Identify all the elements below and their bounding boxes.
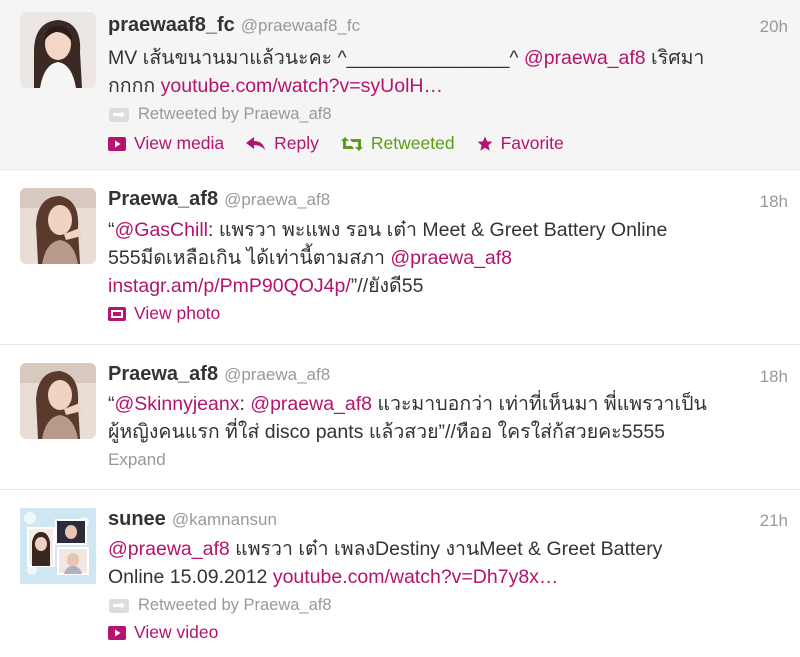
- tweet-item[interactable]: sunee @kamnansun 21h @praewa_af8 แพรวา เต…: [0, 490, 800, 657]
- tweet-text-segment: แวะมาบอกว่า เท่าที่เห็นมา พี่แพรวาเป็น: [372, 393, 707, 415]
- tweet-text-segment: แพรวา เต๋า เพลงDestiny งานMeet & Greet B…: [229, 538, 663, 560]
- tweet-item[interactable]: Praewa_af8 @praewa_af8 18h “@Skinnyjeanx:…: [0, 345, 800, 490]
- url-link[interactable]: youtube.com/watch?v=Dh7y8x…: [273, 566, 559, 588]
- tweet-text-segment: : แพรวา พะแพง รอน เต๋า Meet & Greet Batt…: [207, 219, 668, 241]
- tweet-text: MV เส้นขนานมาแล้วนะคะ ^_______________^ …: [108, 44, 770, 100]
- tweet-text-segment: :: [239, 393, 251, 415]
- view-photo-label: View photo: [134, 303, 221, 323]
- mention-link[interactable]: @praewa_af8: [390, 247, 512, 269]
- tweet-timestamp[interactable]: 18h: [760, 192, 788, 212]
- tweet-author-name[interactable]: praewaaf8_fc: [108, 14, 235, 36]
- star-icon: [477, 136, 493, 151]
- tweet-author-name[interactable]: sunee: [108, 508, 166, 530]
- tweet-text: @praewa_af8 แพรวา เต๋า เพลงDestiny งานMe…: [108, 535, 770, 591]
- retweet-icon: [109, 107, 129, 122]
- url-link[interactable]: instagr.am/p/PmP90QOJ4p/: [108, 275, 351, 297]
- favorite-label: Favorite: [500, 133, 564, 153]
- retweet-icon: [109, 598, 129, 613]
- tweet-timestamp[interactable]: 21h: [760, 511, 788, 531]
- tweet-item[interactable]: Praewa_af8 @praewa_af8 18h “@GasChill: แพ…: [0, 170, 800, 345]
- retweeted-by-label: Retweeted by Praewa_af8: [138, 596, 332, 614]
- tweet-text-segment: MV เส้นขนานมาแล้วนะคะ ^_______________^: [108, 47, 524, 69]
- tweet-item[interactable]: praewaaf8_fc @praewaaf8_fc 20h MV เส้นขนา…: [0, 0, 800, 170]
- tweet-text-segment: 555มีดเหลือเกิน ได้เท่านี้ตามสภา: [108, 247, 391, 269]
- view-photo-button[interactable]: View photo: [108, 303, 220, 324]
- tweet-text-segment: Online 15.09.2012: [108, 566, 273, 588]
- tweet-author-name[interactable]: Praewa_af8: [108, 188, 218, 210]
- reply-button[interactable]: Reply: [246, 133, 319, 154]
- url-link[interactable]: youtube.com/watch?v=syUolH…: [161, 75, 443, 97]
- avatar[interactable]: [20, 363, 96, 439]
- tweet-text: “@GasChill: แพรวา พะแพง รอน เต๋า Meet & …: [108, 216, 770, 300]
- view-media-button[interactable]: View media: [108, 133, 224, 154]
- retweet-icon: [340, 136, 363, 151]
- mention-link[interactable]: @GasChill: [115, 219, 208, 241]
- reply-icon: [246, 136, 266, 150]
- tweet-text: “@Skinnyjeanx: @praewa_af8 แวะมาบอกว่า เ…: [108, 390, 770, 446]
- tweet-author-handle[interactable]: @praewa_af8: [224, 365, 330, 384]
- avatar[interactable]: [20, 508, 96, 584]
- tweet-author-handle[interactable]: @praewaaf8_fc: [241, 16, 360, 35]
- retweeted-by-label: Retweeted by Praewa_af8: [138, 105, 332, 123]
- tweet-text-segment: กกกก: [108, 75, 161, 97]
- play-icon: [108, 136, 126, 151]
- view-media-label: View media: [134, 133, 225, 153]
- tweet-author-name[interactable]: Praewa_af8: [108, 363, 218, 385]
- favorite-button[interactable]: Favorite: [477, 133, 564, 154]
- retweeted-by[interactable]: Retweeted by Praewa_af8: [108, 105, 332, 124]
- mention-link[interactable]: @Skinnyjeanx: [115, 393, 240, 415]
- mention-link[interactable]: @praewa_af8: [108, 538, 230, 560]
- tweet-timestamp[interactable]: 20h: [760, 17, 788, 37]
- mention-link[interactable]: @praewa_af8: [250, 393, 372, 415]
- view-video-label: View video: [134, 622, 219, 642]
- retweeted-label: Retweeted: [370, 133, 455, 153]
- view-video-button[interactable]: View video: [108, 622, 218, 643]
- tweet-text-segment: ”//ยังดี55: [350, 275, 424, 297]
- tweet-text-segment: ผู้หญิงคนแรก ที่ใส่ disco pants แล้วสวย”…: [108, 421, 666, 443]
- avatar[interactable]: [20, 12, 96, 88]
- retweeted-button[interactable]: Retweeted: [340, 133, 455, 154]
- expand-link[interactable]: Expand: [108, 450, 166, 470]
- tweet-author-handle[interactable]: @praewa_af8: [224, 190, 330, 209]
- play-icon: [108, 625, 126, 640]
- tweet-timestamp[interactable]: 18h: [760, 367, 788, 387]
- tweet-author-handle[interactable]: @kamnansun: [172, 510, 277, 529]
- retweeted-by[interactable]: Retweeted by Praewa_af8: [108, 596, 332, 615]
- reply-label: Reply: [274, 133, 319, 153]
- tweet-text-segment: เริศมา: [645, 47, 705, 69]
- avatar[interactable]: [20, 188, 96, 264]
- mention-link[interactable]: @praewa_af8: [524, 47, 646, 69]
- photo-icon: [108, 306, 126, 321]
- expand-label: Expand: [108, 450, 166, 469]
